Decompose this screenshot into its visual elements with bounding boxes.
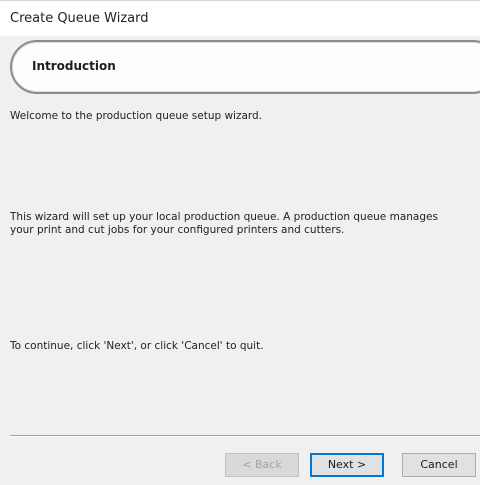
back-button: < Back [225,453,299,477]
wizard-window: Create Queue Wizard Introduction Welcome… [0,0,480,485]
cancel-button[interactable]: Cancel [402,453,476,477]
next-button[interactable]: Next > [310,453,384,477]
window-title: Create Queue Wizard [10,11,149,26]
continue-instructions: To continue, click 'Next', or click 'Can… [10,340,264,352]
button-bar: < Back Next > Cancel [0,437,480,485]
description-text-line-1: This wizard will set up your local produ… [10,211,438,223]
description-text-line-2: your print and cut jobs for your configu… [10,224,345,236]
wizard-header-panel: Introduction [10,40,480,94]
step-title: Introduction [32,59,116,73]
welcome-text: Welcome to the production queue setup wi… [10,110,263,122]
title-bar: Create Queue Wizard [0,0,480,36]
